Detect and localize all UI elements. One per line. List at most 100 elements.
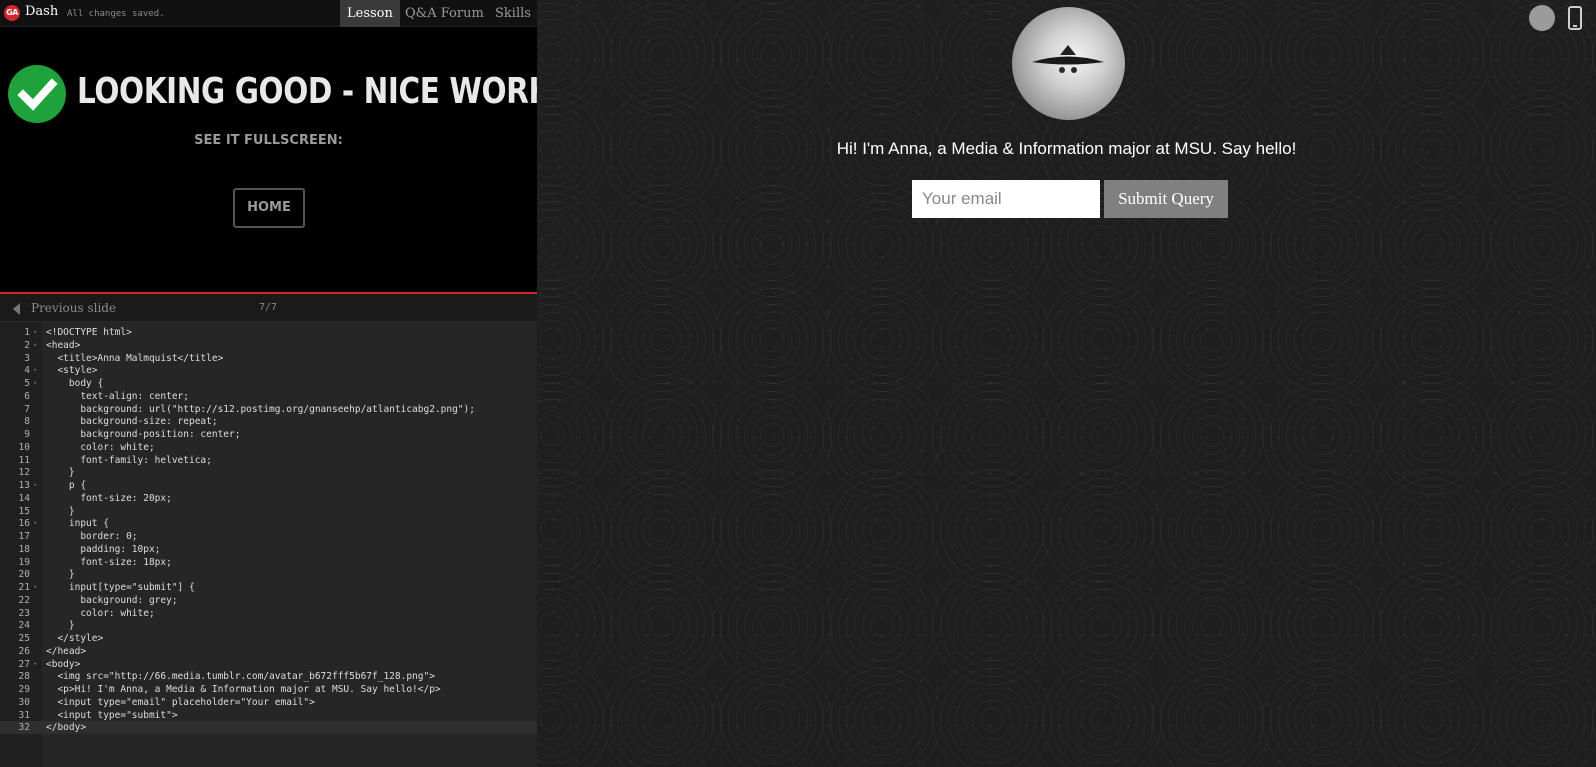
swirl-pattern — [1592, 565, 1596, 685]
code-text: <p>Hi! I'm Anna, a Media & Information m… — [46, 684, 441, 695]
swirl-pattern — [1592, 470, 1596, 590]
code-line[interactable]: 17 border: 0; — [0, 530, 537, 543]
code-line[interactable]: 14 font-size: 20px; — [0, 492, 537, 505]
line-number: 7 — [24, 403, 30, 415]
code-text: font-size: 20px; — [46, 492, 172, 504]
mobile-view-icon[interactable] — [1568, 6, 1582, 30]
code-text: <title>Anna Malmquist</title> — [46, 352, 224, 364]
code-line[interactable]: 11 font-family: helvetica; — [0, 454, 537, 467]
home-button[interactable]: HOME — [233, 188, 305, 228]
code-line[interactable]: 5 ▾ body { — [0, 377, 537, 390]
code-text: } — [46, 505, 75, 517]
line-number: 32 — [18, 722, 30, 734]
slide-nav-bar: Previous slide 7/7 — [0, 294, 537, 322]
code-text: } — [46, 620, 75, 632]
code-line[interactable]: 13 ▾ p { — [0, 479, 537, 492]
fold-arrow-icon[interactable]: ▾ — [33, 326, 37, 339]
submit-button[interactable]: Submit Query — [1104, 180, 1228, 218]
fold-arrow-icon[interactable]: ▾ — [33, 479, 37, 492]
code-line[interactable]: 2 ▾ <head> — [0, 339, 537, 352]
fold-arrow-icon[interactable]: ▾ — [33, 658, 37, 671]
avatar-image — [1012, 7, 1125, 120]
code-line[interactable]: 3 <title>Anna Malmquist</title> — [0, 352, 537, 365]
code-line[interactable]: 15 } — [0, 505, 537, 518]
fold-arrow-icon[interactable]: ▾ — [33, 364, 37, 377]
code-line[interactable]: 12 } — [0, 466, 537, 479]
code-line[interactable]: 22 background: grey; — [0, 594, 537, 607]
code-text: </head> — [46, 645, 87, 657]
line-number: 14 — [18, 492, 30, 504]
code-line[interactable]: 20 } — [0, 568, 537, 581]
code-text: body { — [46, 378, 104, 389]
line-number: 21 — [18, 582, 30, 593]
line-number: 12 — [18, 467, 30, 479]
code-text: input { — [46, 518, 109, 530]
code-line[interactable]: 19 font-size: 18px; — [0, 556, 537, 569]
code-text: <style> — [46, 365, 98, 377]
code-line[interactable]: 25 </style> — [0, 632, 537, 645]
code-line[interactable]: 32 </body> — [0, 721, 537, 735]
line-number: 8 — [24, 416, 30, 428]
code-text: </body> — [46, 722, 87, 734]
code-line[interactable]: 31 <input type="submit"> — [0, 709, 537, 722]
code-text: } — [46, 569, 75, 581]
swirl-pattern — [1592, 0, 1596, 20]
swirl-pattern — [1592, 185, 1596, 305]
code-text: <img src="http://66.media.tumblr.com/ava… — [46, 671, 435, 683]
code-line[interactable]: 28 <img src="http://66.media.tumblr.com/… — [0, 670, 537, 683]
code-line[interactable]: 9 background-position: center; — [0, 428, 537, 441]
line-number: 5 — [24, 378, 30, 389]
line-number: 20 — [18, 569, 30, 581]
code-line[interactable]: 23 color: white; — [0, 607, 537, 620]
dash-link[interactable]: Dash — [25, 4, 58, 19]
line-number: 26 — [18, 645, 30, 657]
email-field[interactable] — [912, 180, 1100, 218]
code-line[interactable]: 8 background-size: repeat; — [0, 415, 537, 428]
code-line[interactable]: 18 padding: 10px; — [0, 543, 537, 556]
swirl-pattern — [1152, 660, 1272, 767]
code-text: <!DOCTYPE html> — [46, 327, 132, 338]
arrow-left-icon[interactable] — [13, 303, 20, 315]
tab-skills[interactable]: Skills — [488, 0, 538, 27]
code-line[interactable]: 1 ▾ <!DOCTYPE html> — [0, 326, 537, 339]
code-line[interactable]: 21 ▾ input[type="submit"] { — [0, 581, 537, 594]
swirl-pattern — [712, 660, 832, 767]
code-line[interactable]: 29 <p>Hi! I'm Anna, a Media & Informatio… — [0, 683, 537, 696]
code-line[interactable]: 24 } — [0, 619, 537, 632]
code-line[interactable]: 30 <input type="email" placeholder="Your… — [0, 696, 537, 709]
code-line[interactable]: 26 </head> — [0, 645, 537, 658]
line-number: 25 — [18, 633, 30, 644]
line-number: 11 — [18, 454, 30, 466]
code-line[interactable]: 7 background: url("http://s12.postimg.or… — [0, 403, 537, 416]
ga-logo[interactable]: GA — [4, 5, 20, 21]
code-line[interactable]: 10 color: white; — [0, 441, 537, 454]
swirl-pattern — [537, 660, 612, 767]
fold-arrow-icon[interactable]: ▾ — [33, 377, 37, 390]
swirl-pattern — [1262, 660, 1382, 767]
fold-arrow-icon[interactable]: ▾ — [33, 339, 37, 352]
swirl-pattern — [932, 660, 1052, 767]
previous-slide-button[interactable]: Previous slide — [31, 301, 116, 315]
line-number: 30 — [18, 696, 30, 708]
desktop-view-toggle[interactable] — [1529, 5, 1555, 31]
fold-arrow-icon[interactable]: ▾ — [33, 581, 37, 594]
top-bar: GA Dash All changes saved. Lesson Q&A Fo… — [0, 0, 537, 27]
code-line[interactable]: 16 ▾ input { — [0, 517, 537, 530]
checkmark-icon — [8, 65, 66, 123]
success-heading: LOOKING GOOD - NICE WORK! — [77, 71, 565, 112]
tab-qa-forum[interactable]: Q&A Forum — [398, 0, 491, 27]
line-number: 24 — [18, 620, 30, 632]
tab-lesson[interactable]: Lesson — [340, 0, 400, 27]
line-number: 18 — [18, 543, 30, 555]
swirl-pattern — [602, 660, 722, 767]
code-text: background-position: center; — [46, 429, 241, 440]
code-line[interactable]: 27 ▾ <body> — [0, 658, 537, 671]
slide-counter: 7/7 — [259, 302, 278, 313]
code-line[interactable]: 6 text-align: center; — [0, 390, 537, 403]
code-editor[interactable]: 1 ▾ <!DOCTYPE html> 2 ▾ <head> 3 <title>Anna M… — [0, 322, 537, 767]
fold-arrow-icon[interactable]: ▾ — [33, 517, 37, 530]
code-text: background: url("http://s12.postimg.org/… — [46, 403, 475, 415]
line-number: 13 — [18, 480, 30, 491]
swirl-pattern — [822, 660, 942, 767]
code-line[interactable]: 4 ▾ <style> — [0, 364, 537, 377]
